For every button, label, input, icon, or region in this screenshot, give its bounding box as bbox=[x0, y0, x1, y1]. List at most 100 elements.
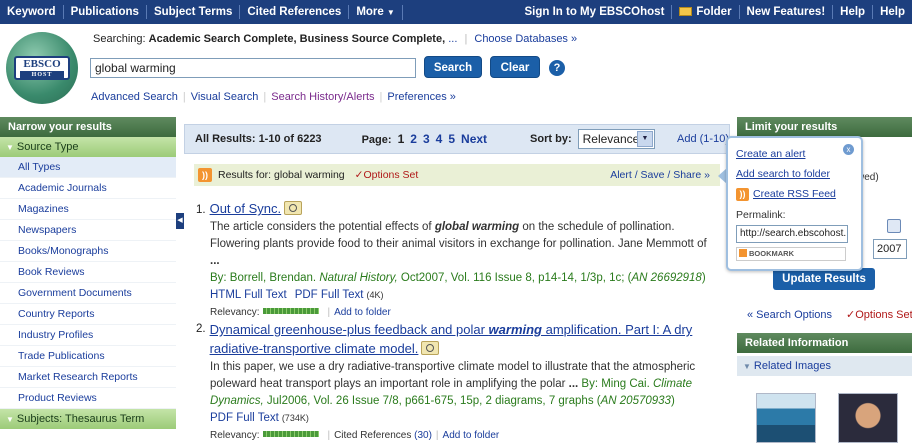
close-icon[interactable]: x bbox=[843, 144, 854, 155]
nav-new-features[interactable]: New Features! bbox=[740, 5, 834, 19]
result-title-link[interactable]: Out of Sync. bbox=[210, 201, 282, 216]
nav-folder[interactable]: Folder bbox=[672, 5, 740, 19]
alert-save-share-link[interactable]: Alert / Save / Share » bbox=[610, 169, 710, 181]
page-link-1[interactable]: 1 bbox=[398, 132, 405, 146]
full-text-links: HTML Full Text PDF Full Text (4K) bbox=[210, 287, 716, 304]
add-to-folder-link[interactable]: Add to folder bbox=[334, 307, 391, 318]
permalink-field[interactable]: http://search.ebscohost. bbox=[736, 225, 848, 243]
source-type-item[interactable]: Industry Profiles bbox=[0, 325, 176, 346]
date-slider-handle[interactable] bbox=[887, 219, 901, 233]
search-options-link[interactable]: « Search Options bbox=[747, 309, 832, 321]
source-type-item[interactable]: Government Documents bbox=[0, 283, 176, 304]
bookmark-button[interactable]: BOOKMARK bbox=[736, 247, 846, 261]
bookmark-label: BOOKMARK bbox=[749, 249, 794, 258]
related-image-thumbnail[interactable] bbox=[838, 393, 898, 443]
options-set-link[interactable]: ✓Options Set bbox=[355, 169, 419, 181]
related-information-header: Related Information bbox=[737, 333, 912, 353]
source-type-item[interactable]: Books/Monographs bbox=[0, 241, 176, 262]
result-item-2: 2. Dynamical greenhouse-plus feedback and… bbox=[196, 321, 716, 444]
page-link-3[interactable]: 3 bbox=[423, 132, 430, 146]
results-for-bar: )) Results for: global warming ✓Options … bbox=[194, 164, 720, 186]
html-full-text-link[interactable]: HTML Full Text bbox=[210, 289, 287, 301]
preview-magnifier-icon[interactable] bbox=[421, 341, 440, 355]
pdf-full-text-link[interactable]: PDF Full Text bbox=[210, 412, 279, 424]
related-images-header[interactable]: ▼ Related Images bbox=[737, 356, 912, 376]
ebsco-host-logo[interactable]: EBSCO HOST bbox=[6, 32, 78, 104]
nav-subject-terms[interactable]: Subject Terms bbox=[147, 5, 241, 19]
subjects-thesaurus-header[interactable]: ▼ Subjects: Thesaurus Term bbox=[0, 409, 176, 429]
title-highlight: warming bbox=[488, 322, 543, 337]
page-link-4[interactable]: 4 bbox=[436, 132, 443, 146]
sort-select[interactable]: Relevance ▼ bbox=[577, 129, 656, 149]
source-type-header[interactable]: ▼ Source Type bbox=[0, 137, 176, 157]
result-title-link[interactable]: Dynamical greenhouse-plus feedback and p… bbox=[210, 322, 693, 356]
rss-icon[interactable]: )) bbox=[198, 168, 212, 182]
search-history-link[interactable]: Search History/Alerts bbox=[271, 91, 374, 103]
preview-magnifier-icon[interactable] bbox=[284, 201, 303, 215]
search-options-row: « Search Options ✓Options Set bbox=[747, 308, 912, 321]
visual-search-link[interactable]: Visual Search bbox=[191, 91, 259, 103]
search-input[interactable] bbox=[90, 58, 416, 78]
help-icon[interactable]: ? bbox=[549, 60, 565, 76]
relevancy-row: Relevancy: | Cited References (30) | Add to … bbox=[210, 427, 716, 444]
source-type-item[interactable]: Country Reports bbox=[0, 304, 176, 325]
divider: | bbox=[327, 307, 331, 318]
alert-save-share-popup: x Create an alert Add search to folder )… bbox=[726, 136, 863, 271]
pdf-full-text-link[interactable]: PDF Full Text bbox=[295, 289, 364, 301]
add-all-link[interactable]: Add (1-10) bbox=[677, 133, 729, 145]
result-number: 2. bbox=[196, 323, 206, 335]
accession-number: AN 26692918 bbox=[631, 272, 702, 284]
related-images-label: Related Images bbox=[753, 360, 831, 372]
rss-icon: )) bbox=[736, 188, 749, 201]
nav-publications[interactable]: Publications bbox=[64, 5, 147, 19]
preferences-link[interactable]: Preferences » bbox=[387, 91, 455, 103]
search-button[interactable]: Search bbox=[424, 56, 482, 78]
chevron-down-icon: ▼ bbox=[386, 7, 395, 17]
page-link-2[interactable]: 2 bbox=[410, 132, 417, 146]
results-for-text: Results for: global warming bbox=[218, 169, 345, 181]
collapse-sidebar-tab[interactable]: ◀ bbox=[176, 213, 184, 229]
divider: | bbox=[464, 33, 468, 45]
add-search-to-folder-link[interactable]: Add search to folder bbox=[736, 167, 861, 187]
source-type-item[interactable]: Magazines bbox=[0, 199, 176, 220]
nav-cited-references[interactable]: Cited References bbox=[240, 5, 350, 19]
nav-help-1[interactable]: Help bbox=[833, 5, 874, 19]
searching-label: Searching: bbox=[93, 33, 146, 45]
create-rss-feed-link[interactable]: Create RSS Feed bbox=[753, 188, 836, 200]
source-type-item[interactable]: Book Reviews bbox=[0, 262, 176, 283]
next-page-link[interactable]: Next bbox=[461, 132, 487, 146]
nav-more[interactable]: More ▼ bbox=[349, 4, 403, 20]
chevron-down-icon: ▼ bbox=[637, 131, 654, 147]
create-rss-feed-row[interactable]: )) Create RSS Feed bbox=[736, 187, 861, 207]
sort-by-label: Sort by: bbox=[530, 133, 572, 145]
source-type-item[interactable]: Trade Publications bbox=[0, 346, 176, 367]
publication-date-end-input[interactable]: 2007 bbox=[873, 239, 907, 259]
source-type-item[interactable]: Market Research Reports bbox=[0, 367, 176, 388]
database-list: Academic Search Complete, Business Sourc… bbox=[148, 33, 446, 45]
source-type-item[interactable]: All Types bbox=[0, 157, 176, 178]
choose-databases-link[interactable]: Choose Databases » bbox=[474, 33, 577, 45]
add-to-folder-link[interactable]: Add to folder bbox=[443, 430, 500, 441]
relevancy-label: Relevancy: bbox=[210, 430, 260, 441]
cited-references-link[interactable]: (30) bbox=[414, 430, 432, 441]
abstract-highlight: global warming bbox=[434, 221, 520, 233]
nav-sign-in[interactable]: Sign In to My EBSCOhost bbox=[517, 5, 673, 19]
clear-button[interactable]: Clear bbox=[490, 56, 540, 78]
results-toolbar: All Results: 1-10 of 6223 Page: 1 2 3 4 5 Nex… bbox=[184, 124, 730, 154]
nav-help-2[interactable]: Help bbox=[873, 5, 912, 19]
logo-subtext: HOST bbox=[20, 71, 64, 79]
source-type-item[interactable]: Product Reviews bbox=[0, 388, 176, 409]
result-number: 1. bbox=[196, 204, 206, 216]
page-link-5[interactable]: 5 bbox=[448, 132, 455, 146]
nav-keyword[interactable]: Keyword bbox=[0, 5, 64, 19]
source-type-item[interactable]: Newspapers bbox=[0, 220, 176, 241]
more-databases-link[interactable]: ... bbox=[448, 33, 457, 45]
pdf-size: (734K) bbox=[281, 413, 309, 423]
source-type-item[interactable]: Academic Journals bbox=[0, 178, 176, 199]
update-results-button[interactable]: Update Results bbox=[773, 268, 875, 290]
collapse-triangle-icon: ▼ bbox=[6, 415, 14, 424]
pdf-size: (4K) bbox=[366, 290, 384, 300]
advanced-search-link[interactable]: Advanced Search bbox=[91, 91, 178, 103]
related-image-thumbnail[interactable] bbox=[756, 393, 816, 443]
options-set-link[interactable]: ✓Options Set bbox=[846, 309, 912, 321]
